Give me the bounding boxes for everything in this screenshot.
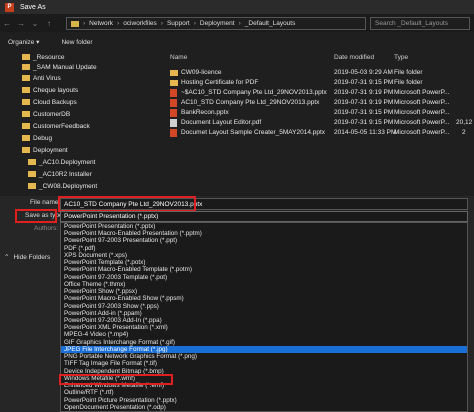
- nav-item[interactable]: Deployment: [22, 145, 68, 155]
- powerpoint-app-icon: P: [5, 2, 14, 12]
- column-header-name[interactable]: Name: [170, 50, 187, 64]
- dropdown-option[interactable]: PowerPoint Macro-Enabled Template (*.pot…: [61, 266, 467, 273]
- folder-icon: [28, 183, 36, 189]
- dropdown-option[interactable]: PowerPoint 97-2003 Template (*.pot): [61, 274, 467, 281]
- folder-icon: [71, 20, 79, 27]
- breadcrumb-support[interactable]: Support: [167, 20, 190, 27]
- nav-item[interactable]: _AC10R2 Installer: [28, 169, 92, 179]
- file-name-label: File name:: [30, 199, 61, 206]
- nav-item[interactable]: _Resource: [22, 52, 64, 62]
- address-row: ← → ⌄ ↑ › Network › ociworkfiles › Suppo…: [0, 14, 474, 32]
- dropdown-option[interactable]: Office Theme (*.thmx): [61, 281, 467, 288]
- file-row[interactable]: Document Layout Editor.pdf 2019-07-31 9:…: [160, 118, 474, 128]
- powerpoint-file-icon: [170, 99, 177, 107]
- new-folder-button[interactable]: New folder: [61, 39, 92, 46]
- jpeg-option-highlight-box: [59, 374, 173, 385]
- folder-icon: [170, 80, 178, 86]
- dropdown-option[interactable]: GIF Graphics Interchange Format (*.gif): [61, 339, 467, 346]
- dropdown-option[interactable]: PowerPoint XML Presentation (*.xml): [61, 324, 467, 331]
- pdf-file-icon: [170, 119, 177, 127]
- dropdown-option[interactable]: PNG Portable Network Graphics Format (*.…: [61, 353, 467, 360]
- up-arrow-icon[interactable]: ↑: [42, 19, 56, 28]
- dropdown-option[interactable]: PowerPoint 97-2003 Add-In (*.ppa): [61, 317, 467, 324]
- nav-item[interactable]: _CW08.Deployment: [28, 181, 97, 191]
- file-row[interactable]: Hosting Certificate for PDF 2019-07-31 9…: [160, 78, 474, 88]
- dropdown-option[interactable]: MPEG-4 Video (*.mp4): [61, 331, 467, 338]
- folder-icon: [170, 70, 178, 76]
- powerpoint-file-icon: [170, 109, 177, 117]
- chevron-up-icon: ⌃: [4, 254, 10, 261]
- dropdown-option[interactable]: OpenDocument Presentation (*.odp): [61, 404, 467, 411]
- powerpoint-file-icon: [170, 89, 177, 97]
- nav-item[interactable]: Cloud Backups: [22, 97, 77, 107]
- nav-item[interactable]: _SAM Manual Update: [22, 62, 97, 72]
- dropdown-option[interactable]: PowerPoint Template (*.potx): [61, 259, 467, 266]
- nav-item[interactable]: _AC10.Deployment: [28, 157, 95, 167]
- folder-icon: [28, 171, 36, 177]
- dropdown-option[interactable]: PowerPoint 97-2003 Presentation (*.ppt): [61, 237, 467, 244]
- powerpoint-file-icon: [170, 129, 177, 137]
- folder-icon: [22, 111, 30, 117]
- dropdown-option[interactable]: PowerPoint Presentation (*.pptx): [61, 223, 467, 230]
- folder-icon: [22, 54, 30, 60]
- nav-item[interactable]: Debug: [22, 133, 52, 143]
- search-placeholder: Search _Default_Layouts: [375, 20, 448, 27]
- breadcrumb-default-layouts[interactable]: _Default_Layouts: [245, 20, 296, 27]
- recent-chevron-icon[interactable]: ⌄: [28, 19, 42, 28]
- file-name-highlight-box: [58, 196, 196, 212]
- nav-item[interactable]: CustomerDB: [22, 109, 70, 119]
- window-title: Save As: [20, 3, 46, 11]
- organize-button[interactable]: Organize ▾: [8, 38, 39, 46]
- file-row[interactable]: BankRecon.pptx 2019-07-31 9:15 PM Micros…: [160, 108, 474, 118]
- folder-icon: [22, 135, 30, 141]
- dropdown-option[interactable]: PowerPoint Macro-Enabled Show (*.ppsm): [61, 295, 467, 302]
- file-row[interactable]: AC10_STD Company Pte Ltd_29NOV2013.pptx …: [160, 98, 474, 108]
- file-row[interactable]: CW09-licence 2019-05-03 9:29 AM File fol…: [160, 68, 474, 78]
- dropdown-option[interactable]: PowerPoint Add-in (*.ppam): [61, 310, 467, 317]
- folder-icon: [22, 147, 30, 153]
- dropdown-option[interactable]: PowerPoint Macro-Enabled Presentation (*…: [61, 230, 467, 237]
- column-header-date[interactable]: Date modified: [334, 50, 374, 64]
- dropdown-option[interactable]: PowerPoint Show (*.ppsx): [61, 288, 467, 295]
- column-header-type[interactable]: Type: [394, 50, 408, 64]
- back-arrow-icon[interactable]: ←: [0, 19, 14, 28]
- dropdown-option[interactable]: PowerPoint 97-2003 Show (*.pps): [61, 303, 467, 310]
- dropdown-option[interactable]: Outline/RTF (*.rtf): [61, 389, 467, 396]
- dropdown-option[interactable]: PDF (*.pdf): [61, 245, 467, 252]
- authors-label: Authors:: [34, 225, 59, 232]
- dropdown-option[interactable]: JPEG File Interchange Format (*.jpg): [61, 345, 467, 354]
- folder-icon: [22, 75, 30, 81]
- search-input[interactable]: Search _Default_Layouts: [370, 17, 470, 30]
- toolbar: Organize ▾ New folder: [0, 34, 474, 50]
- hide-folders-button[interactable]: ⌃ Hide Folders: [4, 253, 50, 262]
- folder-icon: [22, 87, 30, 93]
- navigation-pane: _Resource _SAM Manual Update Anti Virus …: [0, 50, 160, 200]
- file-row[interactable]: ~$AC10_STD Company Pte Ltd_29NOV2013.ppt…: [160, 88, 474, 98]
- folder-icon: [28, 159, 36, 165]
- save-as-type-label-highlight-box: [15, 209, 57, 223]
- dropdown-option[interactable]: TIFF Tag Image File Format (*.tif): [61, 360, 467, 367]
- dropdown-option[interactable]: PowerPoint Picture Presentation (*.pptx): [61, 397, 467, 404]
- breadcrumb-ociworkfiles[interactable]: ociworkfiles: [123, 20, 157, 27]
- folder-icon: [22, 123, 30, 129]
- nav-item[interactable]: Anti Virus: [22, 73, 61, 83]
- forward-arrow-icon[interactable]: →: [14, 19, 28, 28]
- nav-item[interactable]: Cheque layouts: [22, 85, 78, 95]
- dropdown-option[interactable]: XPS Document (*.xps): [61, 252, 467, 259]
- nav-item[interactable]: CustomerFeedback: [22, 121, 90, 131]
- file-list: Name Date modified Type CW09-licence 201…: [160, 50, 474, 200]
- address-bar[interactable]: › Network › ociworkfiles › Support › Dep…: [66, 17, 366, 30]
- folder-icon: [22, 99, 30, 105]
- save-as-type-select[interactable]: PowerPoint Presentation (*.pptx): [60, 211, 468, 222]
- breadcrumb-deployment[interactable]: Deployment: [200, 20, 235, 27]
- folder-icon: [22, 64, 30, 70]
- title-bar: P Save As: [0, 0, 474, 14]
- file-row[interactable]: Documet Layout Sample Creater_5MAY2014.p…: [160, 128, 474, 138]
- breadcrumb-network[interactable]: Network: [89, 20, 113, 27]
